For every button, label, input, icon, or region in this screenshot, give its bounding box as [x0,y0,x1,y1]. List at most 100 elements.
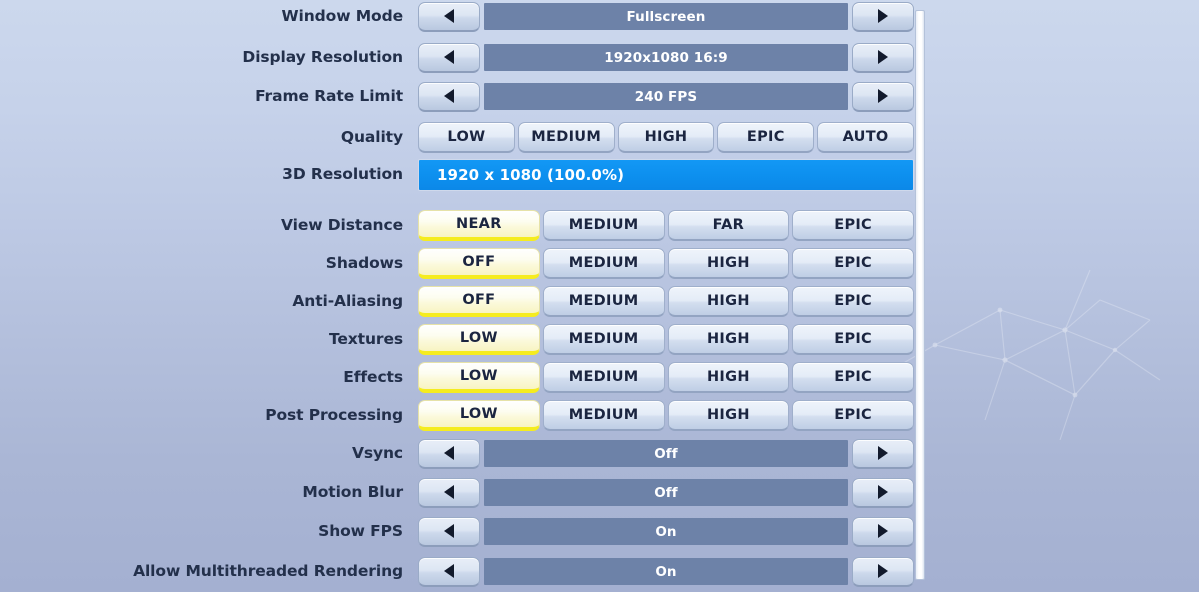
setting-label-window-mode: Window Mode [281,6,404,25]
setting-row-window-mode: Window Mode Fullscreen [0,0,1199,33]
motion-blur-value[interactable]: Off [484,479,848,506]
quality-option-auto[interactable]: AUTO [817,122,914,153]
setting-row-vsync: Vsync Off [0,437,1199,470]
allow-multithreaded-rendering-prev-button[interactable] [418,556,480,587]
show-fps-prev-button[interactable] [418,516,480,547]
setting-control-3d-resolution: 1920 x 1080 (100.0%) [418,158,914,191]
settings-scrollbar-track[interactable] [915,10,925,580]
setting-label-textures: Textures [328,329,403,348]
settings-scrollbar-thumb[interactable] [916,11,924,579]
setting-label-vsync: Vsync [351,443,403,462]
arrow-right-icon [878,89,888,103]
allow-multithreaded-rendering-next-button[interactable] [852,556,914,587]
setting-control-shadows: OFF MEDIUM HIGH EPIC [418,247,914,280]
textures-option-medium[interactable]: MEDIUM [542,324,665,355]
effects-option-epic[interactable]: EPIC [792,362,914,393]
show-fps-value[interactable]: On [484,518,848,545]
setting-row-3d-resolution: 3D Resolution 1920 x 1080 (100.0%) [0,158,1199,191]
shadows-option-medium[interactable]: MEDIUM [542,248,665,279]
window-mode-next-button[interactable] [852,1,914,32]
anti-aliasing-option-off[interactable]: OFF [418,286,540,317]
settings-screen: Window Mode Fullscreen Display Resolutio… [0,0,1199,592]
allow-multithreaded-rendering-value[interactable]: On [484,558,848,585]
setting-control-anti-aliasing: OFF MEDIUM HIGH EPIC [418,285,914,318]
setting-row-display-resolution: Display Resolution 1920x1080 16:9 [0,41,1199,74]
effects-option-low[interactable]: LOW [418,362,540,393]
frame-rate-limit-next-button[interactable] [852,81,914,112]
view-distance-option-epic[interactable]: EPIC [792,210,914,241]
view-distance-option-medium[interactable]: MEDIUM [542,210,665,241]
setting-label-frame-rate-limit: Frame Rate Limit [255,86,403,105]
setting-control-show-fps: On [418,515,914,548]
anti-aliasing-option-medium[interactable]: MEDIUM [542,286,665,317]
frame-rate-limit-value[interactable]: 240 FPS [484,83,848,110]
vsync-value[interactable]: Off [484,440,848,467]
setting-row-effects: Effects LOW MEDIUM HIGH EPIC [0,361,1199,394]
setting-label-post-processing: Post Processing [265,405,403,424]
setting-label-quality: Quality [340,127,403,146]
view-distance-option-far[interactable]: FAR [667,210,790,241]
vsync-next-button[interactable] [852,438,914,469]
motion-blur-next-button[interactable] [852,477,914,508]
arrow-left-icon [444,9,454,23]
textures-option-epic[interactable]: EPIC [792,324,914,355]
post-processing-option-medium[interactable]: MEDIUM [542,400,665,431]
shadows-option-high[interactable]: HIGH [667,248,790,279]
window-mode-prev-button[interactable] [418,1,480,32]
effects-option-group: LOW MEDIUM HIGH EPIC [418,361,914,394]
setting-control-window-mode: Fullscreen [418,0,914,33]
setting-label-show-fps: Show FPS [318,521,403,540]
quality-option-high[interactable]: HIGH [617,122,715,153]
shadows-option-off[interactable]: OFF [418,248,540,279]
quality-option-group: LOW MEDIUM HIGH EPIC AUTO [418,121,914,154]
textures-option-low[interactable]: LOW [418,324,540,355]
textures-option-high[interactable]: HIGH [667,324,790,355]
show-fps-next-button[interactable] [852,516,914,547]
arrow-right-icon [878,524,888,538]
setting-control-view-distance: NEAR MEDIUM FAR EPIC [418,209,914,242]
textures-option-group: LOW MEDIUM HIGH EPIC [418,323,914,356]
anti-aliasing-option-group: OFF MEDIUM HIGH EPIC [418,285,914,318]
arrow-left-icon [444,564,454,578]
anti-aliasing-option-epic[interactable]: EPIC [792,286,914,317]
setting-label-view-distance: View Distance [281,215,403,234]
arrow-right-icon [878,485,888,499]
arrow-left-icon [444,89,454,103]
frame-rate-limit-prev-button[interactable] [418,81,480,112]
window-mode-value[interactable]: Fullscreen [484,3,848,30]
view-distance-option-group: NEAR MEDIUM FAR EPIC [418,209,914,242]
effects-option-high[interactable]: HIGH [667,362,790,393]
quality-option-epic[interactable]: EPIC [717,122,815,153]
setting-row-quality: Quality LOW MEDIUM HIGH EPIC AUTO [0,121,1199,154]
display-resolution-value[interactable]: 1920x1080 16:9 [484,44,848,71]
setting-row-post-processing: Post Processing LOW MEDIUM HIGH EPIC [0,399,1199,432]
post-processing-option-epic[interactable]: EPIC [792,400,914,431]
shadows-option-epic[interactable]: EPIC [792,248,914,279]
3d-resolution-slider[interactable]: 1920 x 1080 (100.0%) [418,158,914,191]
setting-label-display-resolution: Display Resolution [242,47,403,66]
motion-blur-prev-button[interactable] [418,477,480,508]
anti-aliasing-option-high[interactable]: HIGH [667,286,790,317]
display-resolution-next-button[interactable] [852,42,914,73]
arrow-left-icon [444,524,454,538]
vsync-prev-button[interactable] [418,438,480,469]
display-resolution-prev-button[interactable] [418,42,480,73]
setting-label-3d-resolution: 3D Resolution [282,164,403,183]
setting-label-anti-aliasing: Anti-Aliasing [292,291,403,310]
shadows-option-group: OFF MEDIUM HIGH EPIC [418,247,914,280]
effects-option-medium[interactable]: MEDIUM [542,362,665,393]
post-processing-option-group: LOW MEDIUM HIGH EPIC [418,399,914,432]
setting-row-motion-blur: Motion Blur Off [0,476,1199,509]
quality-option-low[interactable]: LOW [418,122,515,153]
setting-control-frame-rate-limit: 240 FPS [418,80,914,113]
post-processing-option-high[interactable]: HIGH [667,400,790,431]
setting-row-allow-multithreaded-rendering: Allow Multithreaded Rendering On [0,555,1199,588]
setting-control-textures: LOW MEDIUM HIGH EPIC [418,323,914,356]
setting-control-effects: LOW MEDIUM HIGH EPIC [418,361,914,394]
arrow-right-icon [878,9,888,23]
quality-option-medium[interactable]: MEDIUM [517,122,615,153]
setting-label-shadows: Shadows [325,253,403,272]
view-distance-option-near[interactable]: NEAR [418,210,540,241]
post-processing-option-low[interactable]: LOW [418,400,540,431]
setting-row-anti-aliasing: Anti-Aliasing OFF MEDIUM HIGH EPIC [0,285,1199,318]
